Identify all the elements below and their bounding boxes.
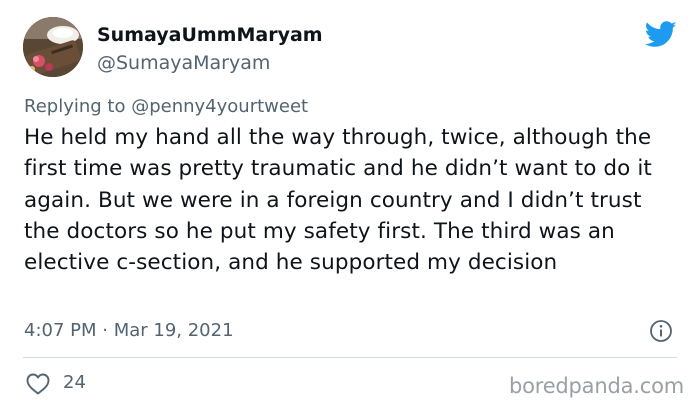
avatar[interactable] (23, 17, 83, 77)
action-divider (23, 357, 677, 358)
heart-icon[interactable] (25, 372, 51, 396)
replying-to-prefix: Replying to (24, 96, 132, 117)
like-count: 24 (63, 372, 86, 393)
twitter-bird-icon[interactable] (645, 21, 677, 48)
info-icon[interactable] (649, 319, 673, 343)
reply-mention-link[interactable]: @penny4yourtweet (131, 96, 308, 117)
avatar-image (23, 17, 83, 77)
boredpanda-watermark: boredpanda.com (508, 374, 684, 398)
replying-to: Replying to @penny4yourtweet (24, 94, 308, 120)
author-handle[interactable]: @SumayaMaryam (97, 50, 270, 76)
tweet-timestamp[interactable]: 4:07 PM · Mar 19, 2021 (24, 318, 234, 344)
tweet-text: He held my hand all the way through, twi… (24, 125, 652, 276)
author-display-name[interactable]: SumayaUmmMaryam (97, 22, 323, 48)
